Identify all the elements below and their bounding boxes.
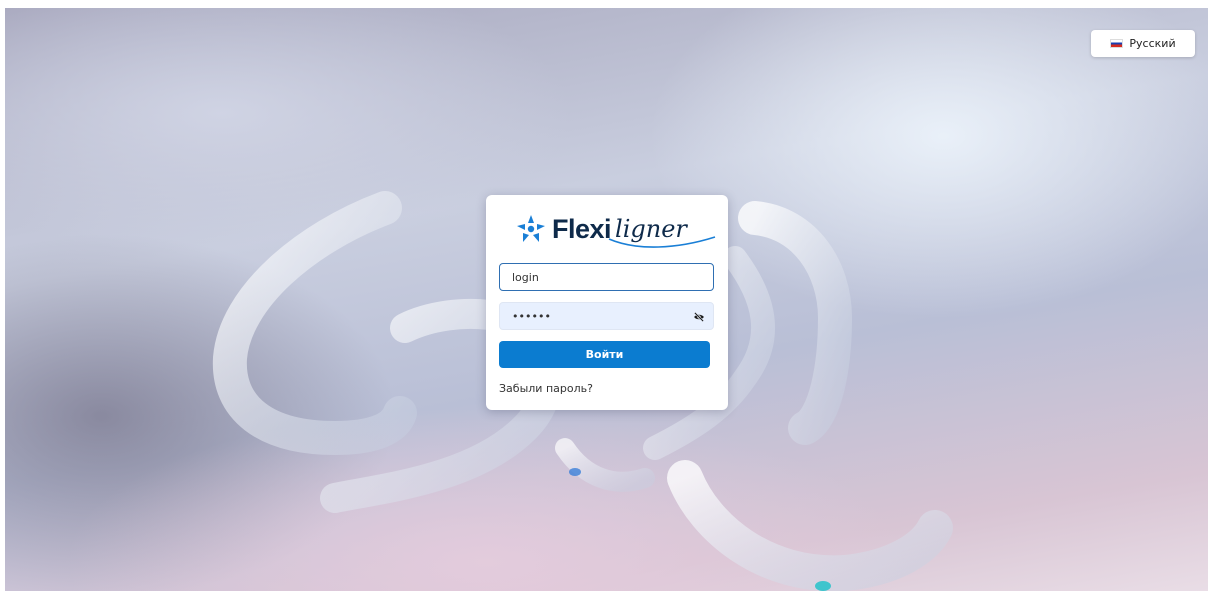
logo-swash bbox=[608, 236, 716, 248]
login-input[interactable] bbox=[510, 269, 703, 285]
login-card: Flexi ligner Войти Забыли пароль? bbox=[486, 195, 728, 410]
brand-logo: Flexi ligner bbox=[514, 203, 716, 255]
eye-off-icon[interactable] bbox=[693, 311, 705, 323]
logo-mark-icon bbox=[517, 215, 545, 242]
language-selector[interactable]: Русский bbox=[1091, 30, 1195, 57]
login-button[interactable]: Войти bbox=[499, 341, 710, 368]
language-label: Русский bbox=[1129, 37, 1176, 50]
password-field[interactable] bbox=[499, 302, 714, 330]
forgot-password-link[interactable]: Забыли пароль? bbox=[499, 382, 593, 395]
password-input[interactable] bbox=[510, 308, 703, 324]
russia-flag-icon bbox=[1110, 39, 1124, 48]
login-field[interactable] bbox=[499, 263, 714, 291]
logo-text-ligner: ligner bbox=[608, 215, 716, 248]
logo-text-flexi: Flexi bbox=[552, 213, 612, 244]
